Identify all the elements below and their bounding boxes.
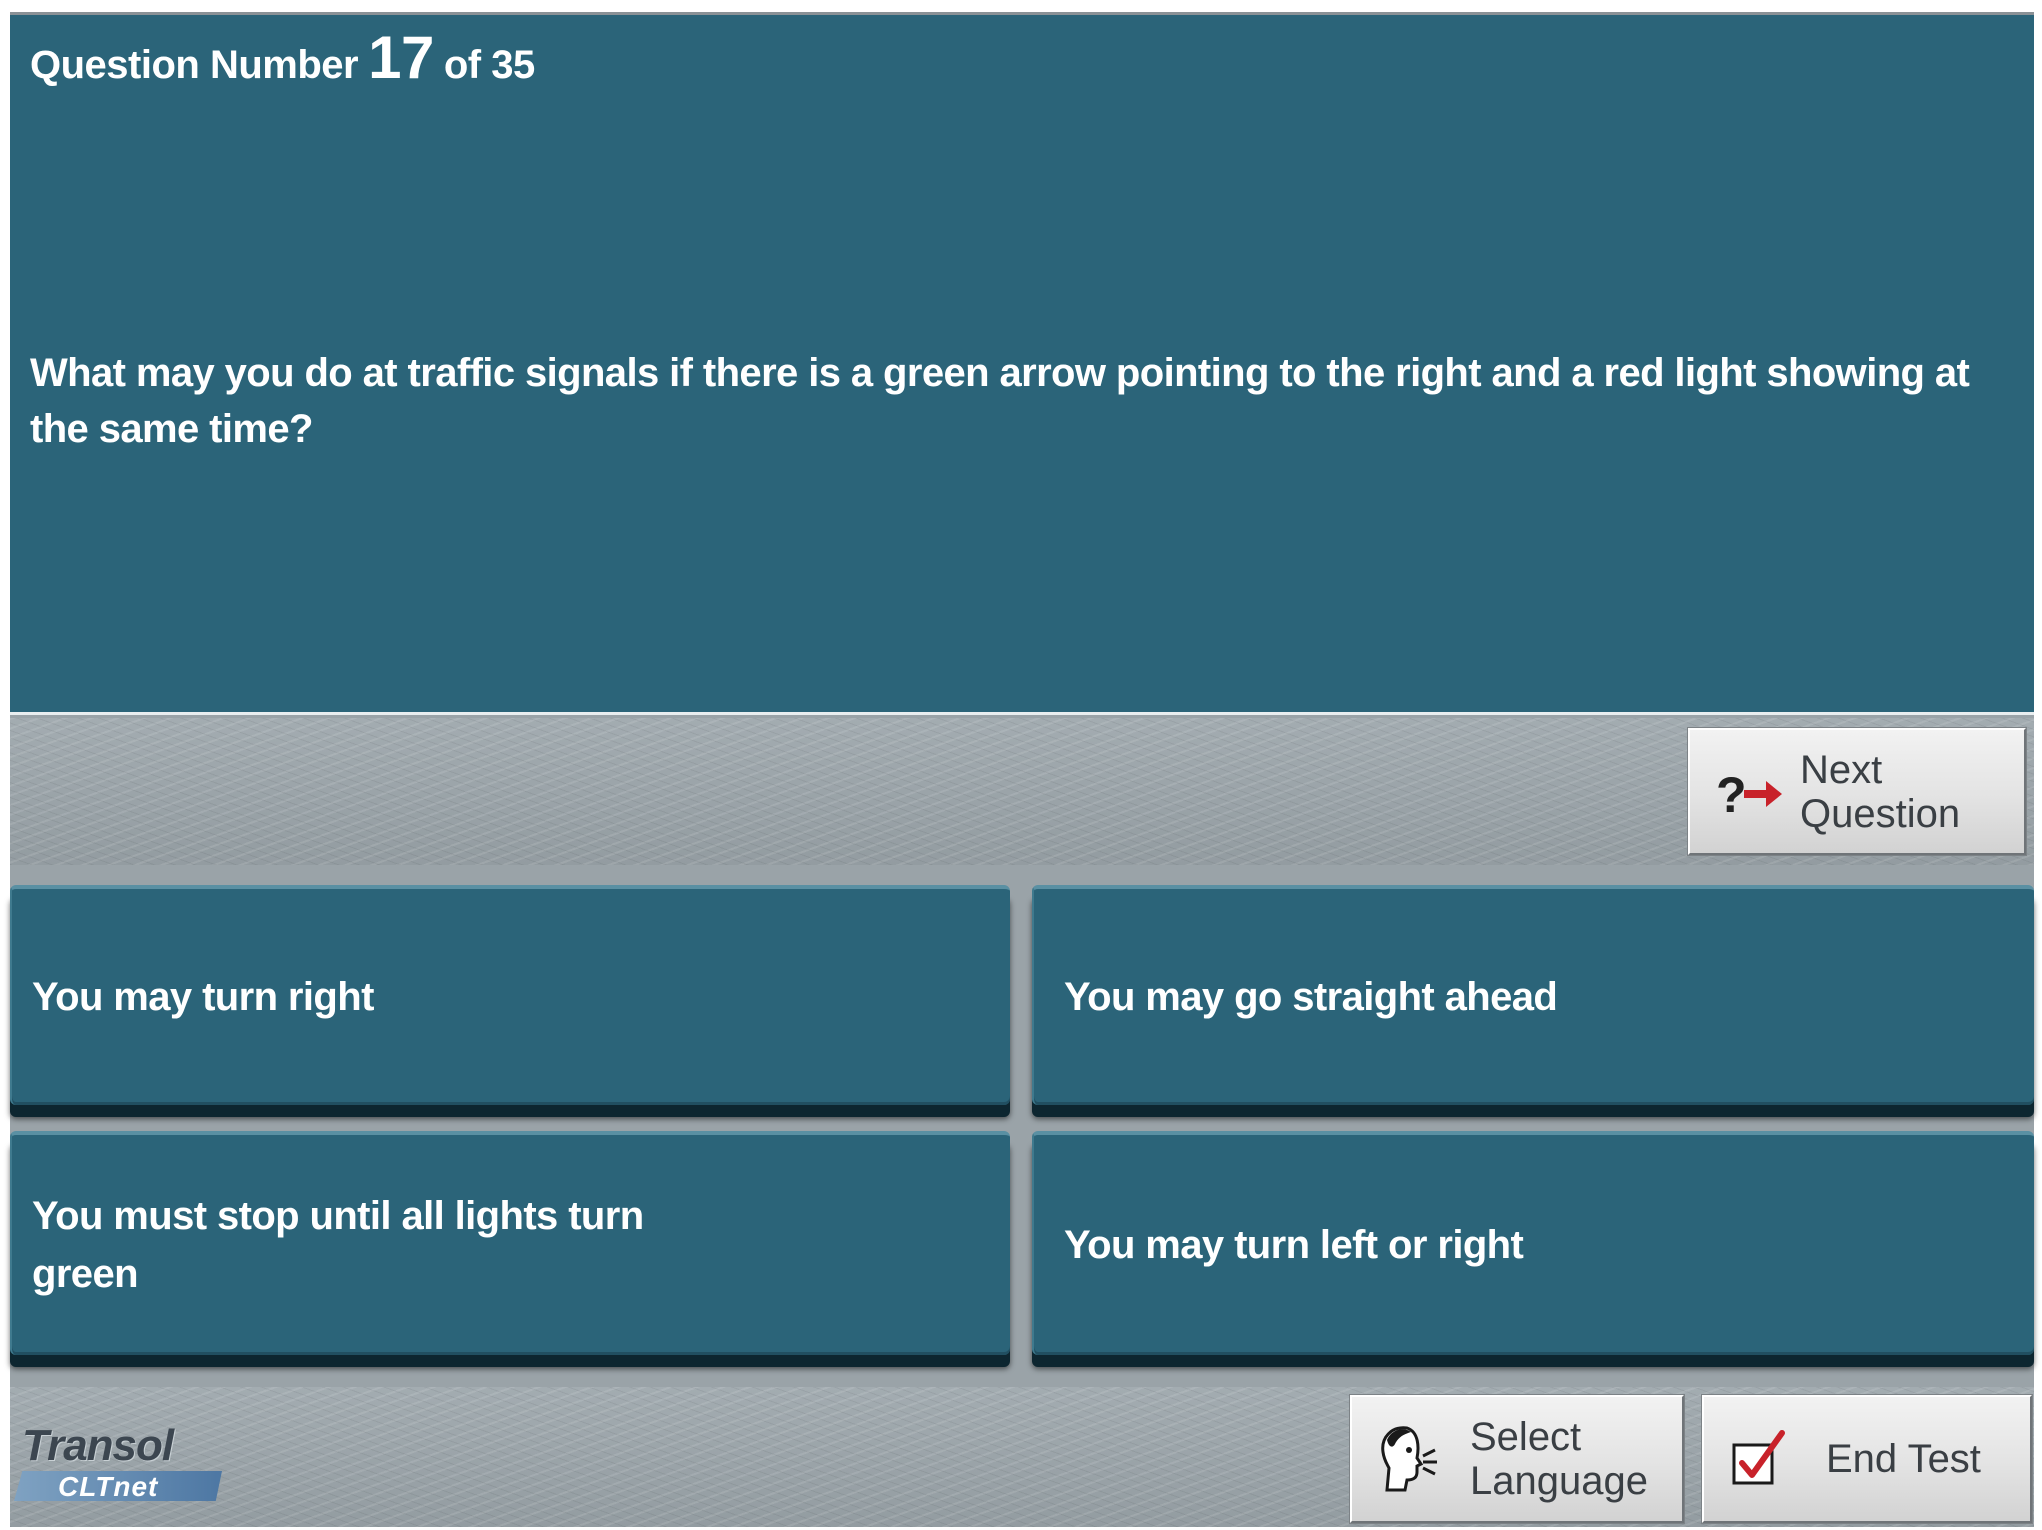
test-screen: Question Number 17 of 35 What may you do… [10,12,2034,1527]
answer-option-a-text: You may turn right [32,975,374,1019]
answer-option-b[interactable]: You may go straight ahead [1032,885,2034,1105]
answer-option-c[interactable]: You must stop until all lights turn gree… [10,1131,1010,1355]
question-text: What may you do at traffic signals if th… [30,351,1970,451]
answer-option-d[interactable]: You may turn left or right [1032,1131,2034,1355]
svg-text:?: ? [1716,767,1747,822]
next-question-button[interactable]: ? Next Question [1688,728,2026,855]
select-language-line1: Select [1470,1415,1582,1459]
toolbar-band: ? Next Question [10,718,2034,865]
answer-option-c-text: You must stop until all lights turn gree… [32,1194,644,1296]
select-language-button[interactable]: Select Language [1350,1395,1684,1523]
question-counter: Question Number 17 of 35 [30,23,535,92]
question-number: 17 [368,24,434,91]
answer-option-a[interactable]: You may turn right [10,885,1010,1105]
next-question-line2: Question [1800,791,1961,836]
speaking-head-icon [1358,1420,1454,1498]
end-test-button[interactable]: End Test [1702,1395,2032,1523]
question-arrow-icon: ? [1704,762,1794,822]
next-question-line1: Next [1800,747,1883,792]
transol-logo: Transol CLTnet [14,1421,234,1505]
footer-band: Transol CLTnet Select Language End Test [10,1387,2034,1527]
end-test-label: End Test [1826,1437,1981,1481]
checkbox-check-icon [1720,1429,1800,1489]
logo-main-text: Transol [22,1421,174,1470]
question-counter-prefix: Question Number [30,43,359,87]
question-counter-suffix: of 35 [443,43,535,87]
logo-sub-text: CLTnet [58,1471,159,1502]
next-question-label: Next Question [1800,748,1960,836]
question-panel: Question Number 17 of 35 What may you do… [10,15,2034,715]
answer-option-b-text: You may go straight ahead [1064,975,1558,1019]
answer-option-d-text: You may turn left or right [1064,1223,1524,1267]
select-language-line2: Language [1470,1459,1648,1503]
select-language-label: Select Language [1470,1415,1648,1503]
